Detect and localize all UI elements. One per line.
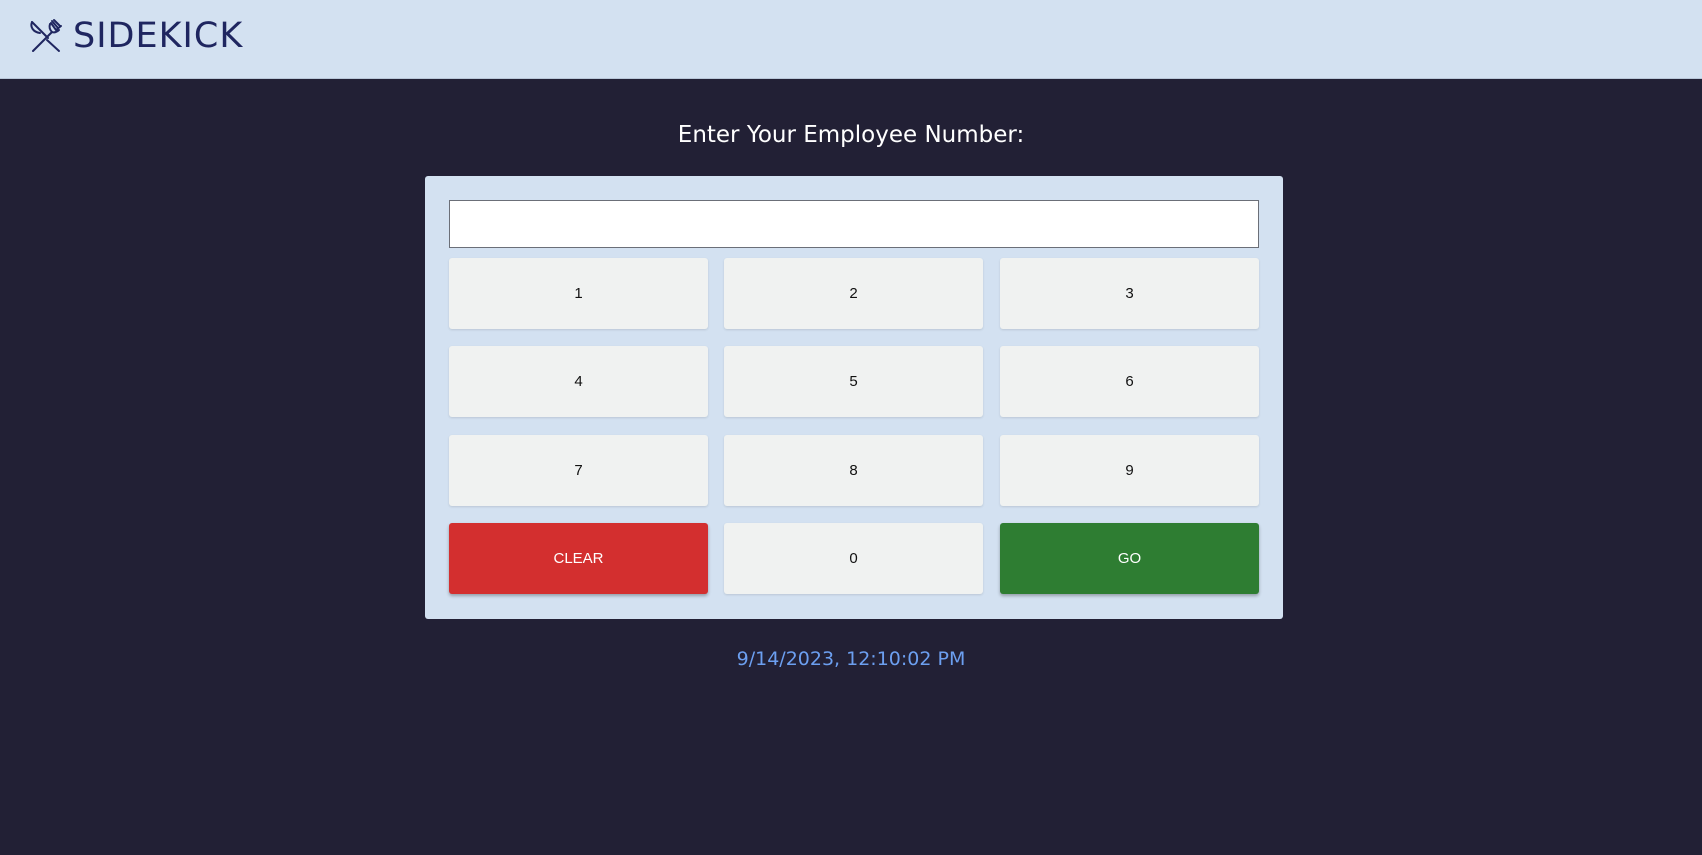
- keypad-key-7[interactable]: 7: [449, 435, 708, 506]
- keypad-key-9[interactable]: 9: [1000, 435, 1259, 506]
- brand-name: SIDEKICK: [73, 16, 244, 56]
- top-app-bar: SIDEKICK: [0, 0, 1702, 79]
- keypad-key-8[interactable]: 8: [724, 435, 983, 506]
- clear-button[interactable]: CLEAR: [449, 523, 708, 594]
- keypad-panel: 1 2 3 4 5 6 7 8 9 CLEAR 0 GO: [425, 176, 1283, 619]
- go-button[interactable]: GO: [1000, 523, 1259, 594]
- keypad-key-2[interactable]: 2: [724, 258, 983, 329]
- brand-logo[interactable]: SIDEKICK: [28, 16, 243, 56]
- employee-number-input[interactable]: [449, 200, 1259, 248]
- keypad-key-6[interactable]: 6: [1000, 346, 1259, 417]
- fork-knife-crossed-icon: [28, 18, 64, 54]
- employee-number-prompt: Enter Your Employee Number:: [677, 122, 1025, 148]
- keypad-key-4[interactable]: 4: [449, 346, 708, 417]
- keypad-key-5[interactable]: 5: [724, 346, 983, 417]
- current-datetime: 9/14/2023, 12:10:02 PM: [736, 648, 966, 670]
- keypad-key-0[interactable]: 0: [724, 523, 983, 594]
- keypad-key-3[interactable]: 3: [1000, 258, 1259, 329]
- keypad-key-1[interactable]: 1: [449, 258, 708, 329]
